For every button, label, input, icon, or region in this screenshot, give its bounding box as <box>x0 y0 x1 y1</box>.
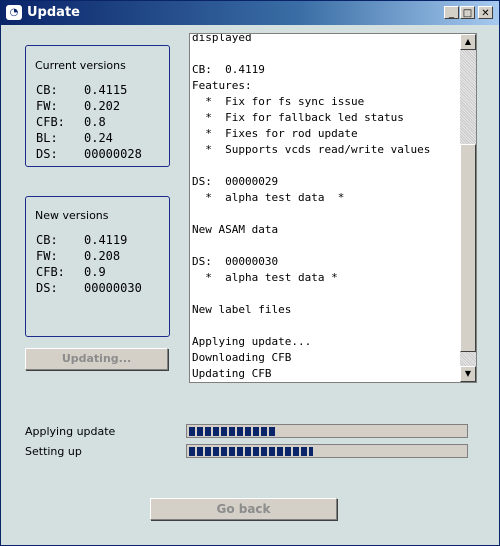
version-row: CB: 0.4119 <box>36 233 127 247</box>
scroll-up-icon[interactable]: ▲ <box>460 34 476 50</box>
version-row: CFB: 0.9 <box>36 265 106 279</box>
version-key: FW: <box>36 249 58 263</box>
log-line: DS: 00000030 <box>192 255 279 268</box>
log-line: * alpha test data * <box>192 271 338 284</box>
version-value: 0.24 <box>84 131 113 145</box>
window-title: Update <box>27 5 80 20</box>
version-value: 0.208 <box>84 249 121 263</box>
applying-update-progress <box>186 424 468 438</box>
version-row: CFB: 0.8 <box>36 115 106 129</box>
new-versions-panel: New versions CB: 0.4119 FW: 0.208 CFB: 0.9 DS:… <box>25 196 170 337</box>
log-line: Features: <box>192 79 252 92</box>
log-line: * Fixes for rod update <box>192 127 358 140</box>
scroll-thumb[interactable] <box>460 144 476 352</box>
version-value: 00000028 <box>84 147 142 161</box>
applying-update-fill <box>189 427 275 436</box>
log-line: Downloading CFB <box>192 351 292 364</box>
log-line: * Fix for fs sync issue <box>192 95 365 108</box>
log-line: Applying update... <box>192 335 312 348</box>
go-back-button[interactable]: Go back <box>150 498 337 520</box>
version-key: CB: <box>36 83 58 97</box>
current-versions-title: Current versions <box>35 59 126 72</box>
version-key: CFB: <box>36 265 65 279</box>
log-line: Updating CFB <box>192 367 272 380</box>
version-row: CB: 0.4115 <box>36 83 127 97</box>
log-line: * alpha test data * <box>192 191 345 204</box>
version-row: FW: 0.202 <box>36 99 120 113</box>
minimize-button[interactable]: _ <box>444 6 459 19</box>
version-key: BL: <box>36 131 58 145</box>
log-line: * Fix for fallback led status <box>192 111 404 124</box>
log-scrollbar[interactable]: ▲ ▼ <box>460 34 476 382</box>
setting-up-fill <box>189 447 313 456</box>
version-value: 00000030 <box>84 281 142 295</box>
log-line: New label files <box>192 303 292 316</box>
version-key: CB: <box>36 233 58 247</box>
version-key: DS: <box>36 147 58 161</box>
version-value: 0.202 <box>84 99 121 113</box>
maximize-button[interactable]: □ <box>460 6 475 19</box>
setting-up-progress <box>186 444 468 458</box>
version-key: CFB: <box>36 115 65 129</box>
setting-up-label: Setting up <box>25 445 82 458</box>
log-line: CB: 0.4119 <box>192 63 265 76</box>
log-line: DS: 00000029 <box>192 175 279 188</box>
version-row: FW: 0.208 <box>36 249 120 263</box>
version-row: DS: 00000028 <box>36 147 142 161</box>
version-value: 0.4115 <box>84 83 128 97</box>
version-value: 0.4119 <box>84 233 128 247</box>
version-key: FW: <box>36 99 58 113</box>
log-line: * Supports vcds read/write values <box>192 143 431 156</box>
version-key: DS: <box>36 281 58 295</box>
update-window: ◔ Update _ □ ✕ Current versions CB: 0.411… <box>0 0 500 546</box>
update-log[interactable]: displayed CB: 0.4119 Features: * Fix for f… <box>189 33 477 383</box>
updating-button[interactable]: Updating... <box>25 348 168 370</box>
log-line: New ASAM data <box>192 223 279 236</box>
version-value: 0.8 <box>84 115 106 129</box>
close-button[interactable]: ✕ <box>478 6 493 19</box>
version-row: BL: 0.24 <box>36 131 113 145</box>
app-icon[interactable]: ◔ <box>6 5 22 20</box>
scroll-down-icon[interactable]: ▼ <box>460 366 476 382</box>
log-line: displayed <box>192 33 252 44</box>
version-value: 0.9 <box>84 265 106 279</box>
applying-update-label: Applying update <box>25 425 116 438</box>
version-row: DS: 00000030 <box>36 281 142 295</box>
title-bar[interactable]: ◔ Update _ □ ✕ <box>1 1 499 25</box>
log-text: displayed CB: 0.4119 Features: * Fix for f… <box>192 33 462 382</box>
current-versions-panel: Current versions CB: 0.4115 FW: 0.202 CFB: 0.… <box>25 45 170 167</box>
new-versions-title: New versions <box>35 209 109 222</box>
